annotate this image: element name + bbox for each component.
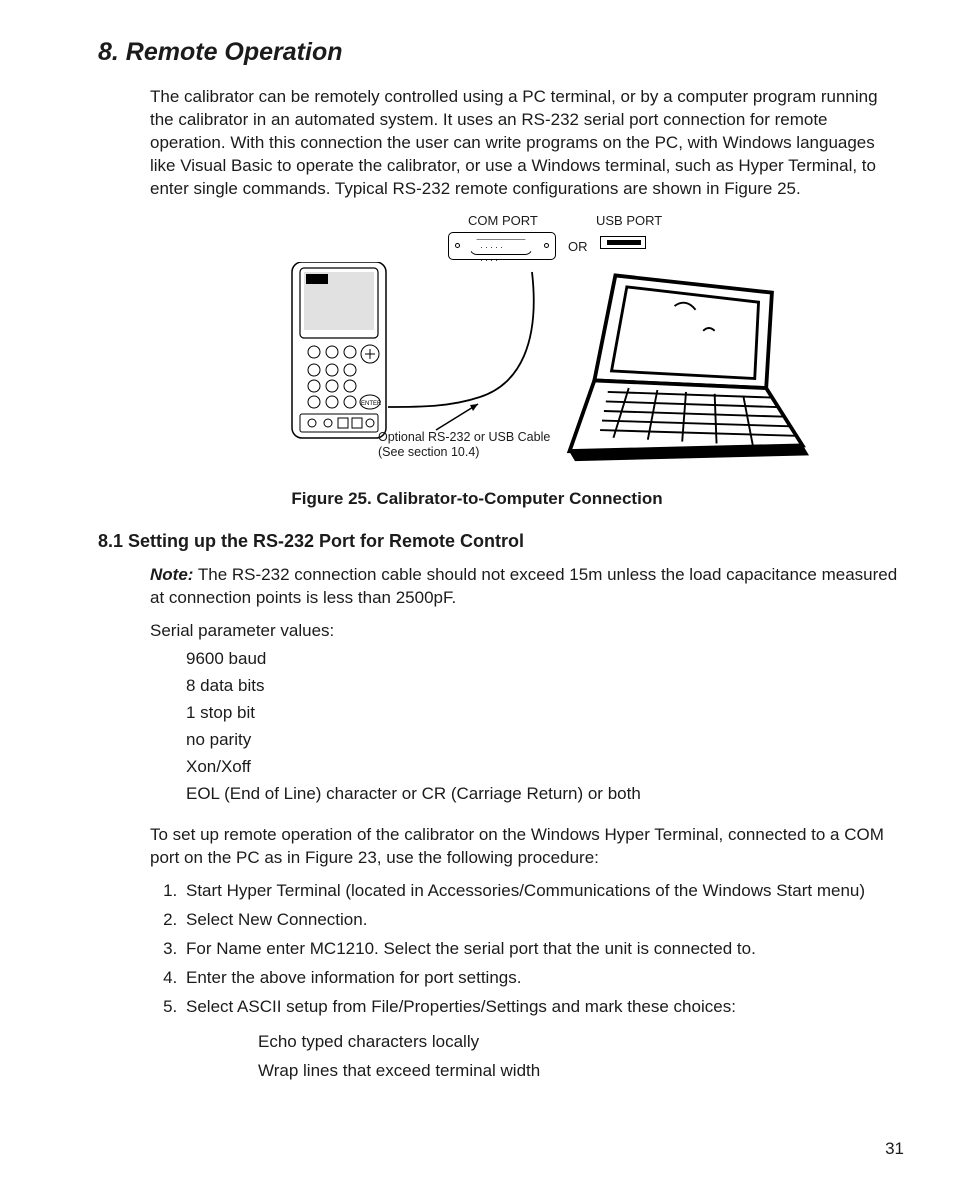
steps-list: Start Hyper Terminal (located in Accesso… bbox=[54, 880, 900, 1083]
param-item: 1 stop bit bbox=[186, 702, 900, 725]
intro-paragraph: The calibrator can be remotely controlle… bbox=[54, 86, 900, 201]
step-item: Select New Connection. bbox=[182, 909, 884, 932]
note-block: Note: The RS-232 connection cable should… bbox=[54, 564, 900, 610]
param-item: no parity bbox=[186, 729, 900, 752]
param-item: Xon/Xoff bbox=[186, 756, 900, 779]
page-number: 31 bbox=[885, 1138, 904, 1161]
params-list: 9600 baud 8 data bits 1 stop bit no pari… bbox=[54, 648, 900, 806]
step-item: Select ASCII setup from File/Properties/… bbox=[182, 996, 884, 1083]
note-label: Note: bbox=[150, 565, 193, 584]
step-item: For Name enter MC1210. Select the serial… bbox=[182, 938, 884, 961]
figure-25: COM PORT USB PORT OR ········· ENTER bbox=[270, 212, 830, 480]
params-label: Serial parameter values: bbox=[54, 620, 900, 643]
param-item: 9600 baud bbox=[186, 648, 900, 671]
procedure-intro: To set up remote operation of the calibr… bbox=[54, 824, 900, 870]
step-item: Enter the above information for port set… bbox=[182, 967, 884, 990]
substep-item: Echo typed characters locally bbox=[254, 1031, 884, 1054]
param-item: EOL (End of Line) character or CR (Carri… bbox=[186, 783, 900, 806]
substep-item: Wrap lines that exceed terminal width bbox=[254, 1060, 884, 1083]
step-item: Start Hyper Terminal (located in Accesso… bbox=[182, 880, 884, 903]
figure-caption: Figure 25. Calibrator-to-Computer Connec… bbox=[54, 488, 900, 511]
note-text: The RS-232 connection cable should not e… bbox=[150, 565, 897, 607]
section-title: 8. Remote Operation bbox=[54, 36, 900, 70]
param-item: 8 data bits bbox=[186, 675, 900, 698]
subsection-title: 8.1 Setting up the RS-232 Port for Remot… bbox=[54, 529, 900, 553]
cable-note: Optional RS-232 or USB Cable (See sectio… bbox=[378, 430, 550, 460]
step-text: Select ASCII setup from File/Properties/… bbox=[186, 997, 736, 1016]
substeps-list: Echo typed characters locally Wrap lines… bbox=[186, 1019, 884, 1083]
laptop-icon bbox=[560, 264, 812, 474]
